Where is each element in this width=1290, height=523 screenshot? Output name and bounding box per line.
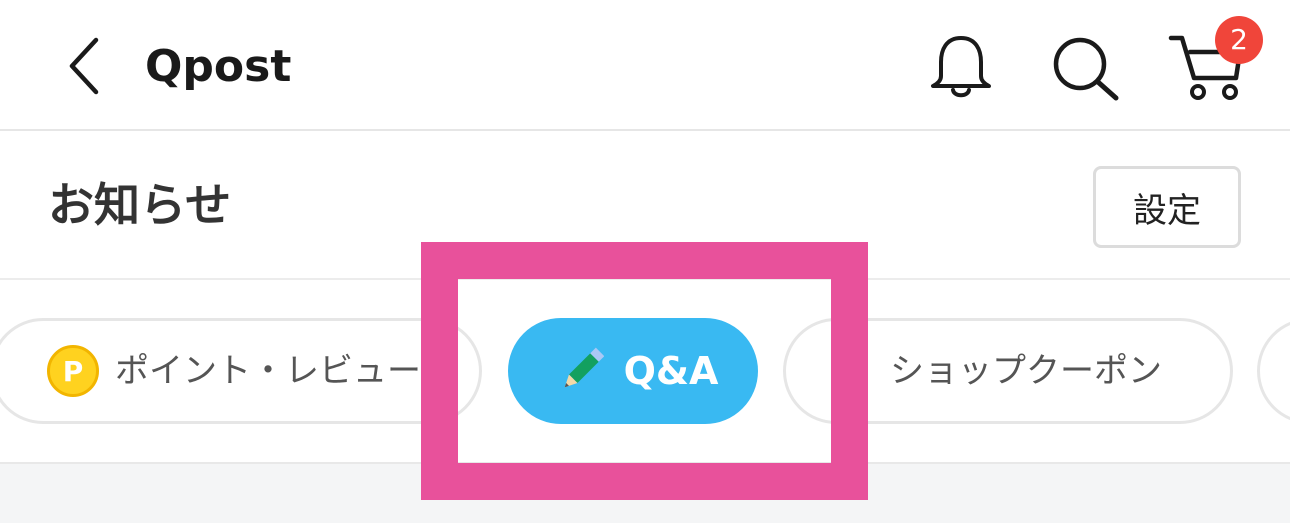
content-area — [0, 462, 1290, 523]
pencil-icon — [564, 347, 604, 388]
settings-button[interactable]: 設定 — [1093, 166, 1241, 248]
chip-points-review[interactable]: P ポイント・レビュー — [0, 318, 482, 424]
page-title: お知らせ — [48, 178, 232, 232]
cart-count-badge: 2 — [1215, 16, 1263, 64]
bell-icon — [931, 36, 991, 98]
ticket-icon — [832, 353, 860, 389]
search-button[interactable] — [1050, 36, 1122, 102]
chevron-left-icon — [69, 37, 99, 95]
notices-section-header: お知らせ 設定 — [0, 133, 1290, 280]
notifications-button[interactable] — [926, 34, 996, 102]
chip-label: Q&A — [623, 349, 719, 393]
chip-more[interactable] — [1257, 318, 1290, 424]
chip-label: ショップクーポン — [890, 351, 1162, 391]
back-button[interactable] — [62, 36, 110, 96]
point-coin-icon: P — [47, 345, 99, 397]
top-header: Qpost 2 — [0, 0, 1290, 131]
app-title: Qpost — [145, 41, 292, 92]
category-chip-row: P ポイント・レビュー Q&A ショップクーポン — [0, 282, 1290, 462]
chip-qa[interactable]: Q&A — [508, 318, 758, 424]
chip-shop-coupon[interactable]: ショップクーポン — [783, 318, 1233, 424]
chip-label: ポイント・レビュー — [115, 351, 421, 391]
search-icon — [1053, 37, 1119, 101]
